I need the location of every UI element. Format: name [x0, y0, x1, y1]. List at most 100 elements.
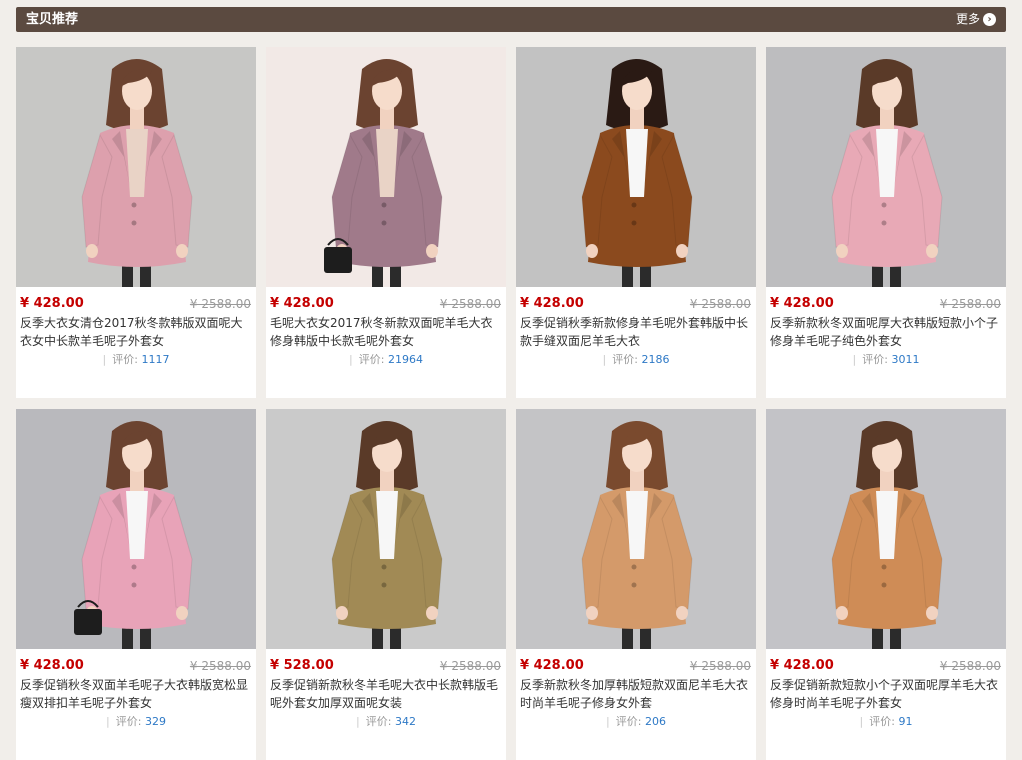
product-image[interactable]	[516, 409, 756, 649]
chevron-right-circle-icon[interactable]: ›	[983, 13, 996, 26]
model-hand	[926, 244, 938, 258]
review-count-link[interactable]: 2186	[641, 353, 669, 366]
original-price: ¥ 2588.00	[939, 296, 1001, 311]
review-summary: | 评价: 2186	[516, 352, 756, 368]
review-divider: |	[356, 715, 360, 728]
original-price: ¥ 2588.00	[189, 296, 251, 311]
product-card[interactable]: ¥ 428.00 ¥ 2588.00 反季新款秋冬加厚韩版短款双面尼羊毛大衣时尚羊毛…	[516, 409, 756, 760]
original-price: ¥ 2588.00	[439, 658, 501, 673]
section-title: 宝贝推荐	[26, 12, 79, 27]
product-price: ¥ 428.00	[20, 658, 84, 673]
section-header: 宝贝推荐 更多 ›	[16, 7, 1006, 32]
original-price: ¥ 2588.00	[689, 296, 751, 311]
product-price: ¥ 528.00	[270, 658, 334, 673]
product-card[interactable]: ¥ 428.00 ¥ 2588.00 反季促销秋冬双面羊毛呢子大衣韩版宽松显瘦双排扣…	[16, 409, 256, 760]
review-divider: |	[852, 353, 857, 366]
product-title-link[interactable]: 反季促销新款秋冬羊毛呢大衣中长款韩版毛呢外套女加厚双面呢女装	[270, 676, 500, 712]
price-row: ¥ 428.00 ¥ 2588.00	[20, 657, 251, 674]
product-card[interactable]: ¥ 428.00 ¥ 2588.00 毛呢大衣女2017秋冬新款双面呢羊毛大衣修身韩…	[266, 47, 506, 398]
product-card[interactable]: ¥ 428.00 ¥ 2588.00 反季促销秋季新款修身羊毛呢外套韩版中长款手缝双…	[516, 47, 756, 398]
review-label: 评价:	[115, 715, 142, 728]
product-image[interactable]	[16, 409, 256, 649]
review-count-link[interactable]: 21964	[388, 353, 423, 366]
coat-button	[881, 220, 887, 226]
product-image[interactable]	[516, 47, 756, 287]
model-hand	[336, 606, 348, 620]
model-neck	[880, 469, 894, 491]
product-card[interactable]: ¥ 428.00 ¥ 2588.00 反季促销新款短款小个子双面呢厚羊毛大衣修身时尚…	[766, 409, 1006, 760]
original-price: ¥ 2588.00	[689, 658, 751, 673]
model-hand	[836, 606, 848, 620]
review-label: 评价:	[358, 353, 385, 366]
model-hand	[926, 606, 938, 620]
review-divider: |	[606, 715, 610, 728]
more-link[interactable]: 更多 ›	[956, 12, 996, 27]
model-neck	[880, 107, 894, 129]
review-count-link[interactable]: 91	[898, 715, 912, 728]
review-summary: | 评价: 206	[516, 714, 756, 730]
product-title-link[interactable]: 反季大衣女清仓2017秋冬款韩版双面呢大衣女中长款羊毛呢子外套女	[20, 314, 250, 350]
product-image[interactable]	[266, 409, 506, 649]
review-label: 评价:	[615, 715, 642, 728]
handbag	[324, 247, 352, 273]
original-price: ¥ 2588.00	[439, 296, 501, 311]
review-summary: | 评价: 3011	[766, 352, 1006, 368]
product-title-link[interactable]: 反季促销秋冬双面羊毛呢子大衣韩版宽松显瘦双排扣羊毛呢子外套女	[20, 676, 250, 712]
product-title-link[interactable]: 反季新款秋冬加厚韩版短款双面尼羊毛大衣时尚羊毛呢子修身女外套	[520, 676, 750, 712]
price-row: ¥ 428.00 ¥ 2588.00	[520, 295, 751, 312]
product-image[interactable]	[766, 409, 1006, 649]
coat-button	[131, 202, 137, 208]
model-hand	[426, 244, 438, 258]
review-label: 评价:	[862, 353, 888, 366]
review-count-link[interactable]: 329	[145, 715, 166, 728]
product-price: ¥ 428.00	[770, 658, 834, 673]
review-summary: | 评价: 91	[766, 714, 1006, 730]
product-title-link[interactable]: 反季促销新款短款小个子双面呢厚羊毛大衣修身时尚羊毛呢子外套女	[770, 676, 1000, 712]
product-title-link[interactable]: 毛呢大衣女2017秋冬新款双面呢羊毛大衣修身韩版中长款毛呢外套女	[270, 314, 500, 350]
coat-button	[631, 582, 637, 588]
review-divider: |	[349, 353, 353, 366]
product-price: ¥ 428.00	[270, 296, 334, 311]
model-neck	[130, 107, 144, 129]
original-price: ¥ 2588.00	[939, 658, 1001, 673]
model-neck	[130, 469, 144, 491]
product-price: ¥ 428.00	[20, 296, 84, 311]
coat-button	[381, 582, 387, 588]
review-count-link[interactable]: 206	[645, 715, 666, 728]
review-label: 评价:	[365, 715, 392, 728]
review-summary: | 评价: 21964	[266, 352, 506, 368]
review-summary: | 评价: 342	[266, 714, 506, 730]
review-summary: | 评价: 329	[16, 714, 256, 730]
coat-button	[881, 202, 887, 208]
coat-button	[881, 564, 887, 570]
product-image[interactable]	[766, 47, 1006, 287]
coat-button	[131, 564, 137, 570]
price-row: ¥ 428.00 ¥ 2588.00	[270, 295, 501, 312]
handbag	[74, 609, 102, 635]
coat-button	[131, 582, 137, 588]
product-title-link[interactable]: 反季新款秋冬双面呢厚大衣韩版短款小个子修身羊毛呢子纯色外套女	[770, 314, 1000, 350]
product-card[interactable]: ¥ 428.00 ¥ 2588.00 反季大衣女清仓2017秋冬款韩版双面呢大衣女中…	[16, 47, 256, 398]
review-count-link[interactable]: 1117	[141, 353, 169, 366]
product-card[interactable]: ¥ 428.00 ¥ 2588.00 反季新款秋冬双面呢厚大衣韩版短款小个子修身羊毛…	[766, 47, 1006, 398]
model-neck	[380, 469, 394, 491]
more-label[interactable]: 更多	[956, 12, 980, 27]
review-summary: | 评价: 1117	[16, 352, 256, 368]
model-hand	[586, 606, 598, 620]
review-count-link[interactable]: 342	[395, 715, 416, 728]
coat-button	[631, 202, 637, 208]
product-image[interactable]	[16, 47, 256, 287]
model-hand	[676, 606, 688, 620]
model-hand	[176, 244, 188, 258]
price-row: ¥ 428.00 ¥ 2588.00	[770, 295, 1001, 312]
product-title-link[interactable]: 反季促销秋季新款修身羊毛呢外套韩版中长款手缝双面尼羊毛大衣	[520, 314, 750, 350]
review-divider: |	[106, 715, 110, 728]
product-image[interactable]	[266, 47, 506, 287]
coat-button	[381, 220, 387, 226]
review-label: 评价:	[612, 353, 638, 366]
review-count-link[interactable]: 3011	[891, 353, 919, 366]
price-row: ¥ 428.00 ¥ 2588.00	[20, 295, 251, 312]
review-label: 评价:	[869, 715, 895, 728]
model-hand	[676, 244, 688, 258]
product-card[interactable]: ¥ 528.00 ¥ 2588.00 反季促销新款秋冬羊毛呢大衣中长款韩版毛呢外套女…	[266, 409, 506, 760]
